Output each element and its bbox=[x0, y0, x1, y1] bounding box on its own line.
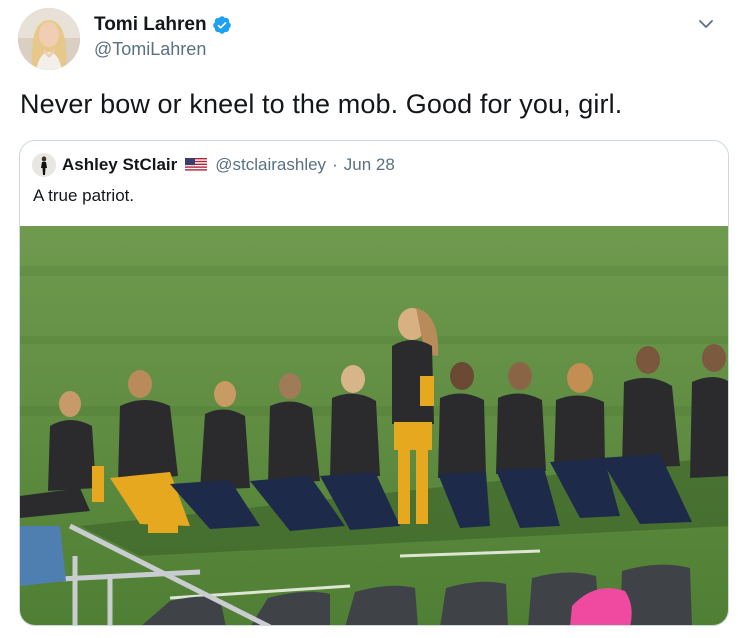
separator-dot: · bbox=[332, 155, 338, 174]
verified-badge-icon bbox=[212, 15, 232, 35]
chevron-down-icon[interactable] bbox=[696, 14, 716, 34]
author-display-name[interactable]: Tomi Lahren bbox=[94, 14, 207, 36]
quoted-avatar-photo-icon bbox=[32, 153, 56, 177]
author-handle[interactable]: @TomiLahren bbox=[94, 39, 232, 60]
quoted-tweet-text: A true patriot. bbox=[33, 186, 135, 205]
quoted-author-display-name[interactable]: Ashley StClair bbox=[62, 155, 177, 175]
quoted-author-handle[interactable]: @stclairashley bbox=[215, 155, 326, 175]
quoted-author-avatar bbox=[32, 153, 56, 177]
quoted-tweet-header: Ashley StClair @stclairashley · Jun 28 bbox=[32, 153, 395, 177]
quoted-tweet-photo[interactable] bbox=[20, 226, 728, 625]
author-name-block: Tomi Lahren @TomiLahren bbox=[94, 14, 232, 60]
tweet-header: Tomi Lahren @TomiLahren bbox=[18, 8, 718, 70]
tweet-card: Tomi Lahren @TomiLahren Never bow or kne… bbox=[0, 0, 738, 638]
avatar-photo-icon bbox=[18, 8, 80, 70]
tweet-text: Never bow or kneel to the mob. Good for … bbox=[20, 89, 623, 119]
us-flag-icon bbox=[185, 158, 208, 172]
soccer-team-photo-icon bbox=[20, 226, 728, 625]
author-avatar[interactable] bbox=[18, 8, 80, 70]
quoted-tweet-date[interactable]: Jun 28 bbox=[344, 155, 395, 175]
quoted-tweet[interactable]: Ashley StClair @stclairashley · Jun 28 A… bbox=[19, 140, 729, 626]
